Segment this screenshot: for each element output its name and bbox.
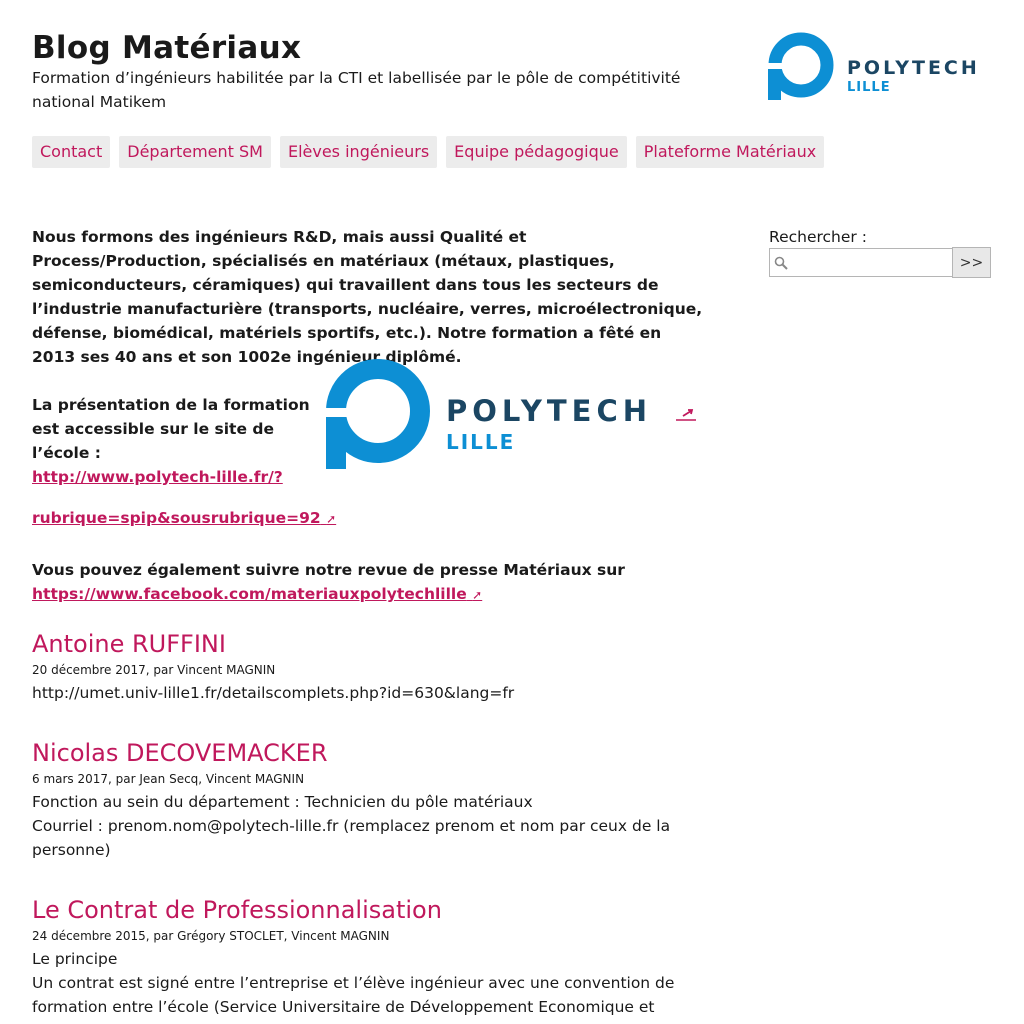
presentation-block: La présentation de la formation est acce… <box>32 359 704 489</box>
logo-text: POLYTECH <box>847 57 980 79</box>
polytech-logo-mark-icon <box>768 32 834 100</box>
post-item: Nicolas DECOVEMACKER 6 mars 2017, par Je… <box>32 738 704 862</box>
post-excerpt: Fonction au sein du département : Techni… <box>32 790 704 862</box>
post-item: Antoine RUFFINI 20 décembre 2017, par Vi… <box>32 629 704 705</box>
external-link-icon: ➚ <box>472 588 483 602</box>
post-excerpt: Le principe Un contrat est signé entre l… <box>32 947 704 1019</box>
post-line: Fonction au sein du département : Techni… <box>32 793 533 811</box>
logo-subtext: LILLE <box>847 80 891 95</box>
nav-item-equipe-pedagogique[interactable]: Equipe pédagogique <box>446 136 627 168</box>
nav-item-eleves-ingenieurs[interactable]: Elèves ingénieurs <box>279 136 438 168</box>
post-line: Courriel : prenom.nom@polytech-lille.fr … <box>32 817 671 859</box>
presentation-text: La présentation de la formation est acce… <box>32 396 310 462</box>
nav-item-plateforme-materiaux[interactable]: Plateforme Matériaux <box>635 136 825 168</box>
search-label: Rechercher : <box>769 228 867 246</box>
search-icon <box>774 256 788 270</box>
post-meta: 20 décembre 2017, par Vincent MAGNIN <box>32 663 276 677</box>
site-description: Formation d’ingénieurs habilitée par la … <box>32 69 681 111</box>
post-line: http://umet.univ-lille1.fr/detailscomple… <box>32 684 515 702</box>
presentation-link-continued[interactable]: rubrique=spip&sousrubrique=92 ➚ <box>32 509 336 527</box>
post-excerpt: http://umet.univ-lille1.fr/detailscomple… <box>32 681 704 705</box>
sidebar: Rechercher : >> <box>769 227 991 278</box>
post-title[interactable]: Le Contrat de Professionnalisation <box>32 895 704 925</box>
polytech-lille-logo-large[interactable]: POLYTECH LILLE <box>326 359 704 471</box>
main-navigation: Contact Département SM Elèves ingénieurs… <box>32 136 825 168</box>
intro-paragraph: Nous formons des ingénieurs R&D, mais au… <box>32 228 703 366</box>
nav-item-departement-sm[interactable]: Département SM <box>119 136 271 168</box>
post-item: Le Contrat de Professionnalisation 24 dé… <box>32 895 704 1019</box>
post-title[interactable]: Antoine RUFFINI <box>32 629 704 659</box>
search-button[interactable]: >> <box>952 247 991 278</box>
external-link-icon <box>676 409 696 421</box>
search-form: >> <box>769 247 991 278</box>
intro-section: Nous formons des ingénieurs R&D, mais au… <box>32 225 704 607</box>
post-meta: 24 décembre 2015, par Grégory STOCLET, V… <box>32 929 390 943</box>
press-text: Vous pouvez également suivre notre revue… <box>32 561 625 579</box>
nav-item-contact[interactable]: Contact <box>32 136 111 168</box>
site-title[interactable]: Blog Matériaux <box>32 30 301 66</box>
post-meta: 6 mars 2017, par Jean Secq, Vincent MAGN… <box>32 772 305 786</box>
post-title[interactable]: Nicolas DECOVEMACKER <box>32 738 704 768</box>
logo-large-text: POLYTECH <box>446 394 652 428</box>
polytech-logo-mark-icon <box>326 359 430 469</box>
search-input[interactable] <box>790 249 954 277</box>
presentation-link[interactable]: http://www.polytech-lille.fr/? <box>32 468 283 486</box>
logo-large-subtext: LILLE <box>446 430 515 454</box>
main-content: Nous formons des ingénieurs R&D, mais au… <box>32 225 704 1019</box>
facebook-link[interactable]: https://www.facebook.com/materiauxpolyte… <box>32 585 482 603</box>
post-line: Un contrat est signé entre l’entreprise … <box>32 974 675 1016</box>
post-line: Le principe <box>32 950 118 968</box>
external-link-icon: ➚ <box>326 512 337 526</box>
polytech-lille-logo[interactable]: POLYTECH LILLE <box>765 30 995 106</box>
search-field <box>769 248 954 277</box>
